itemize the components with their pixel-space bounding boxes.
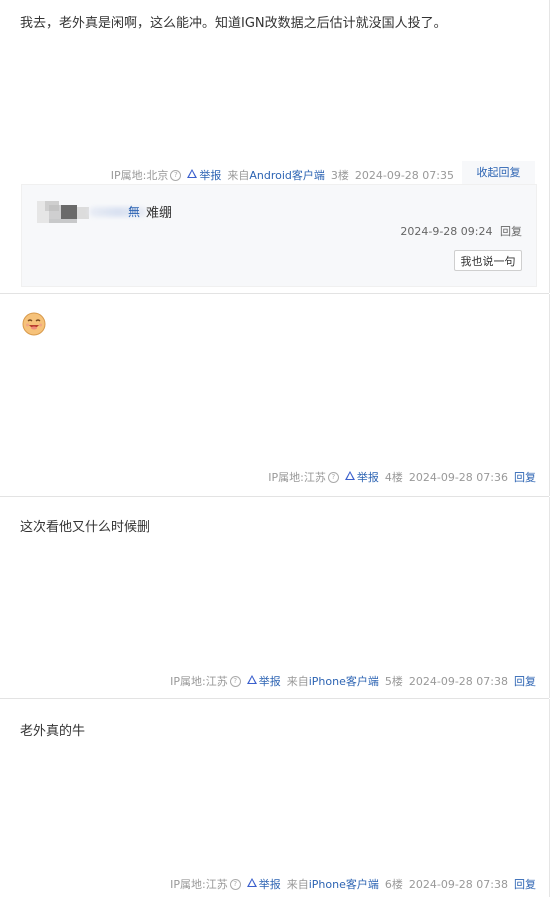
warning-icon [187,169,198,178]
source-prefix: 来自 [227,169,250,182]
reply-meta: 2024-9-28 09:24 回复 [400,223,522,239]
post-time: 2024-09-28 07:38 [408,674,508,688]
report-link[interactable]: 举报 [344,469,379,485]
floor-number: 4楼 [384,471,403,484]
source-prefix: 来自 [286,878,309,891]
warning-icon [246,878,257,887]
source-link[interactable]: iPhone客户端 [309,673,379,689]
reply-button[interactable]: 回复 [514,673,536,689]
collapse-replies-button[interactable]: 收起回复 [462,161,535,185]
post-time: 2024-09-28 07:38 [408,877,508,891]
post-time: 2024-09-28 07:36 [408,470,508,484]
reply-box: 無 难绷 2024-9-28 09:24 回复 我也说一句 [21,184,537,287]
post-floor-4: IP属地:江苏 ? 举报 4楼 2024-09-28 07:36 回复 [0,294,550,496]
warning-icon [344,471,355,480]
help-icon[interactable]: ? [327,471,339,483]
ip-location: IP属地:江苏 [268,471,326,484]
reply-link[interactable]: 回复 [500,225,522,238]
say-something-button[interactable]: 我也说一句 [454,250,522,271]
warning-icon [246,675,257,684]
post-floor-5: 这次看他又什么时候删 IP属地:江苏 ? 举报 来自 iPhone客户端 5楼 2… [0,497,550,698]
post-content: 老外真的牛 [20,724,86,739]
post-meta: IP属地:江苏 ? 举报 4楼 2024-09-28 07:36 回复 [268,469,536,485]
avatar[interactable] [37,201,89,223]
source-prefix: 来自 [286,675,309,688]
source-link[interactable]: Android客户端 [249,167,325,183]
post-content: 我去，老外真是闲啊，这么能冲。知道IGN改数据之后估计就没国人投了。 [20,16,447,31]
post-content: 这次看他又什么时候删 [20,520,151,535]
post-floor-6: 老外真的牛 IP属地:江苏 ? 举报 来自 iPhone客户端 6楼 2024-0… [0,699,550,897]
reply-button[interactable]: 回复 [514,469,536,485]
post-meta: IP属地:江苏 ? 举报 来自 iPhone客户端 6楼 2024-09-28 0… [170,876,536,892]
report-link[interactable]: 举报 [187,167,221,183]
reply-time: 2024-9-28 09:24 [400,225,493,238]
post-meta: IP属地:江苏 ? 举报 来自 iPhone客户端 5楼 2024-09-28 0… [170,673,536,689]
floor-number: 3楼 [330,169,349,182]
ip-location: IP属地:江苏 [170,675,228,688]
report-link[interactable]: 举报 [246,876,281,892]
ip-location: IP属地:江苏 [170,878,228,891]
post-floor-3: 我去，老外真是闲啊，这么能冲。知道IGN改数据之后估计就没国人投了。 IP属地:… [0,0,550,293]
report-link[interactable]: 举报 [246,673,281,689]
ip-location: IP属地:北京 [110,169,169,182]
post-time: 2024-09-28 07:35 [354,168,454,182]
help-icon[interactable]: ? [170,169,182,181]
smiling-face-emoji-icon [22,312,46,336]
reply-username[interactable]: 無 [128,203,140,220]
help-icon[interactable]: ? [229,878,241,890]
floor-number: 5楼 [384,675,403,688]
reply-button[interactable]: 回复 [514,876,536,892]
help-icon[interactable]: ? [229,675,241,687]
reply-text: 难绷 [146,206,173,221]
post-meta: IP属地:北京 ? 举报 来自 Android客户端 3楼 2024-09-28 … [111,167,454,183]
source-link[interactable]: iPhone客户端 [309,876,379,892]
floor-number: 6楼 [384,878,403,891]
